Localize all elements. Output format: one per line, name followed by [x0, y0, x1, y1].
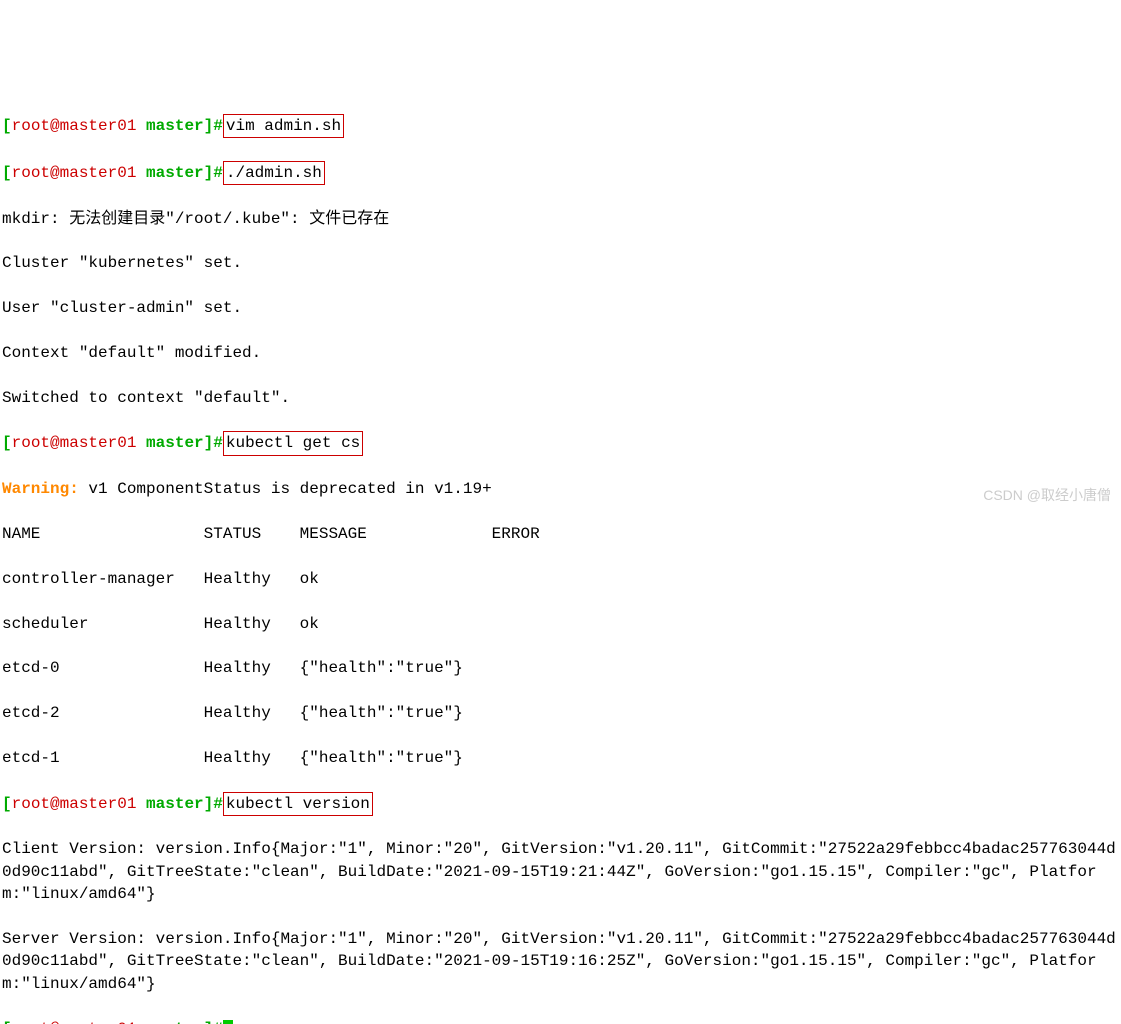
table-row: controller-manager Healthy ok: [2, 568, 1119, 590]
table-row: etcd-2 Healthy {"health":"true"}: [2, 702, 1119, 724]
warning-label: Warning:: [2, 480, 79, 498]
output-client-version: Client Version: version.Info{Major:"1", …: [2, 838, 1119, 905]
command-vim: vim admin.sh: [223, 114, 344, 138]
output-context-modified: Context "default" modified.: [2, 342, 1119, 364]
command-kubectl-version: kubectl version: [223, 792, 373, 816]
prompt-bracket-open: [: [2, 164, 12, 182]
prompt-bracket-open: [: [2, 117, 12, 135]
prompt-bracket-close: ]#: [204, 795, 223, 813]
output-user-set: User "cluster-admin" set.: [2, 297, 1119, 319]
prompt-dir: master: [146, 117, 204, 135]
prompt-dir: master: [146, 795, 204, 813]
prompt-bracket-close: ]#: [204, 164, 223, 182]
prompt-sep: [136, 164, 146, 182]
table-row: scheduler Healthy ok: [2, 613, 1119, 635]
prompt-bracket-close: ]#: [204, 1020, 223, 1024]
prompt-user: root@master01: [12, 795, 137, 813]
prompt-dir: master: [146, 1020, 204, 1024]
table-row: etcd-0 Healthy {"health":"true"}: [2, 657, 1119, 679]
watermark: CSDN @取经小唐僧: [983, 486, 1111, 506]
output-switched-context: Switched to context "default".: [2, 387, 1119, 409]
command-admin-sh: ./admin.sh: [223, 161, 325, 185]
prompt-sep: [136, 434, 146, 452]
output-server-version: Server Version: version.Info{Major:"1", …: [2, 928, 1119, 995]
output-mkdir: mkdir: 无法创建目录"/root/.kube": 文件已存在: [2, 208, 1119, 230]
table-header: NAME STATUS MESSAGE ERROR: [2, 523, 1119, 545]
cursor-icon: [223, 1020, 233, 1024]
output-cluster-set: Cluster "kubernetes" set.: [2, 252, 1119, 274]
prompt-dir: master: [146, 434, 204, 452]
prompt-user: root@master01: [12, 1020, 137, 1024]
prompt-user: root@master01: [12, 164, 137, 182]
warning-text: v1 ComponentStatus is deprecated in v1.1…: [79, 480, 492, 498]
prompt-bracket-open: [: [2, 795, 12, 813]
prompt-bracket-close: ]#: [204, 434, 223, 452]
command-kubectl-get-cs: kubectl get cs: [223, 431, 363, 455]
terminal-output: [root@master01 master]#vim admin.sh [roo…: [2, 92, 1119, 1024]
prompt-bracket-close: ]#: [204, 117, 223, 135]
table-row: etcd-1 Healthy {"health":"true"}: [2, 747, 1119, 769]
prompt-sep: [136, 795, 146, 813]
prompt-bracket-open: [: [2, 434, 12, 452]
prompt-bracket-open: [: [2, 1020, 12, 1024]
prompt-user: root@master01: [12, 434, 137, 452]
prompt-sep: [136, 117, 146, 135]
prompt-user: root@master01: [12, 117, 137, 135]
prompt-sep: [136, 1020, 146, 1024]
prompt-dir: master: [146, 164, 204, 182]
